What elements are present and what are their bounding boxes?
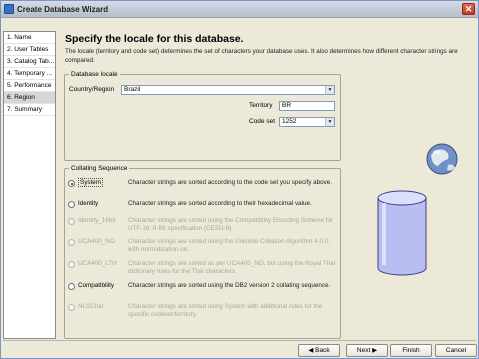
wizard-window: Create Database Wizard ✕ 1. Name 2. User… [0, 0, 479, 359]
option-label: UCA400_LTH [78, 260, 117, 267]
radio-button [68, 218, 75, 225]
main-content: Specify the locale for this database. Th… [60, 31, 476, 339]
dropdown-arrow-icon: ▼ [325, 86, 334, 94]
database-locale-group: Database locale Country/Region Brazil ▼ … [64, 71, 341, 161]
close-button[interactable]: ✕ [462, 3, 475, 15]
option-label: System [78, 178, 103, 187]
step-performance[interactable]: 5. Performance [4, 80, 55, 92]
option-description: Character strings are sorted using Syste… [128, 303, 323, 318]
option-description: Character strings are sorted according t… [128, 200, 312, 207]
title-bar: Create Database Wizard ✕ [1, 1, 478, 18]
option-label: NLSChar [78, 303, 104, 310]
collation-option-uca400-no: UCA400_NO Character strings are sorted u… [67, 238, 337, 256]
database-icon [377, 190, 427, 276]
territory-label: Territory [249, 102, 273, 109]
collating-sequence-legend: Collating Sequence [71, 165, 128, 172]
step-summary[interactable]: 7. Summary [4, 104, 55, 116]
back-button[interactable]: ◀ Back [298, 344, 340, 357]
next-button[interactable]: Next ▶ [346, 344, 388, 357]
app-icon [4, 4, 14, 14]
country-select[interactable]: Brazil ▼ [121, 85, 335, 95]
option-description: Character strings are sorted using the C… [128, 217, 334, 232]
codeset-select[interactable]: 1252 ▼ [279, 117, 335, 127]
radio-button [68, 304, 75, 311]
radio-button[interactable] [68, 180, 75, 187]
collating-sequence-group: Collating Sequence System Character stri… [64, 165, 341, 339]
step-catalog-tables[interactable]: 3. Catalog Tab... [4, 56, 55, 68]
step-temporary[interactable]: 4. Temporary ... [4, 68, 55, 80]
option-description: Character strings are sorted using the D… [128, 282, 331, 289]
radio-button[interactable] [68, 201, 75, 208]
option-label: Identity_16bit [78, 217, 116, 224]
collation-option-identity[interactable]: Identity Character strings are sorted ac… [67, 200, 337, 214]
step-region[interactable]: 6. Region [4, 92, 55, 104]
database-globe-graphic [377, 143, 458, 276]
step-name[interactable]: 1. Name [4, 32, 55, 44]
collation-option-compatibility[interactable]: Compatibility Character strings are sort… [67, 282, 337, 300]
footer-divider [3, 340, 476, 341]
dropdown-arrow-icon: ▼ [325, 118, 334, 126]
option-label: UCA400_NO [78, 238, 115, 245]
territory-field[interactable]: BR [279, 101, 335, 111]
option-description: Character strings are sorted using the U… [128, 238, 330, 253]
cancel-button[interactable]: Cancel [435, 344, 477, 357]
collation-option-system[interactable]: System Character strings are sorted acco… [67, 178, 337, 197]
option-label: Compatibility [78, 282, 115, 289]
page-title: Specify the locale for this database. [65, 33, 244, 45]
codeset-label: Code set [249, 118, 276, 125]
codeset-value: 1252 [282, 118, 297, 125]
page-description: The locale (territory and code set) dete… [65, 48, 458, 64]
radio-button [68, 261, 75, 268]
radio-button[interactable] [68, 283, 75, 290]
wizard-steps-list: 1. Name 2. User Tables 3. Catalog Tab...… [3, 31, 56, 339]
option-description: Character strings are sorted according t… [128, 179, 333, 186]
collation-option-nlschar: NLSChar Character strings are sorted usi… [67, 303, 337, 321]
finish-button[interactable]: Finish [390, 344, 432, 357]
country-value: Brazil [124, 86, 141, 93]
radio-button [68, 239, 75, 246]
collation-option-uca400-lth: UCA400_LTH Character strings are sorted … [67, 260, 337, 278]
option-description: Character strings are sorted as per UCA4… [128, 260, 336, 275]
step-user-tables[interactable]: 2. User Tables [4, 44, 55, 56]
database-locale-legend: Database locale [71, 71, 118, 78]
country-label: Country/Region [69, 86, 115, 93]
collation-option-identity-16bit: Identity_16bit Character strings are sor… [67, 217, 337, 235]
window-title: Create Database Wizard [17, 5, 109, 14]
globe-icon [426, 143, 458, 175]
option-label: Identity [78, 200, 99, 207]
